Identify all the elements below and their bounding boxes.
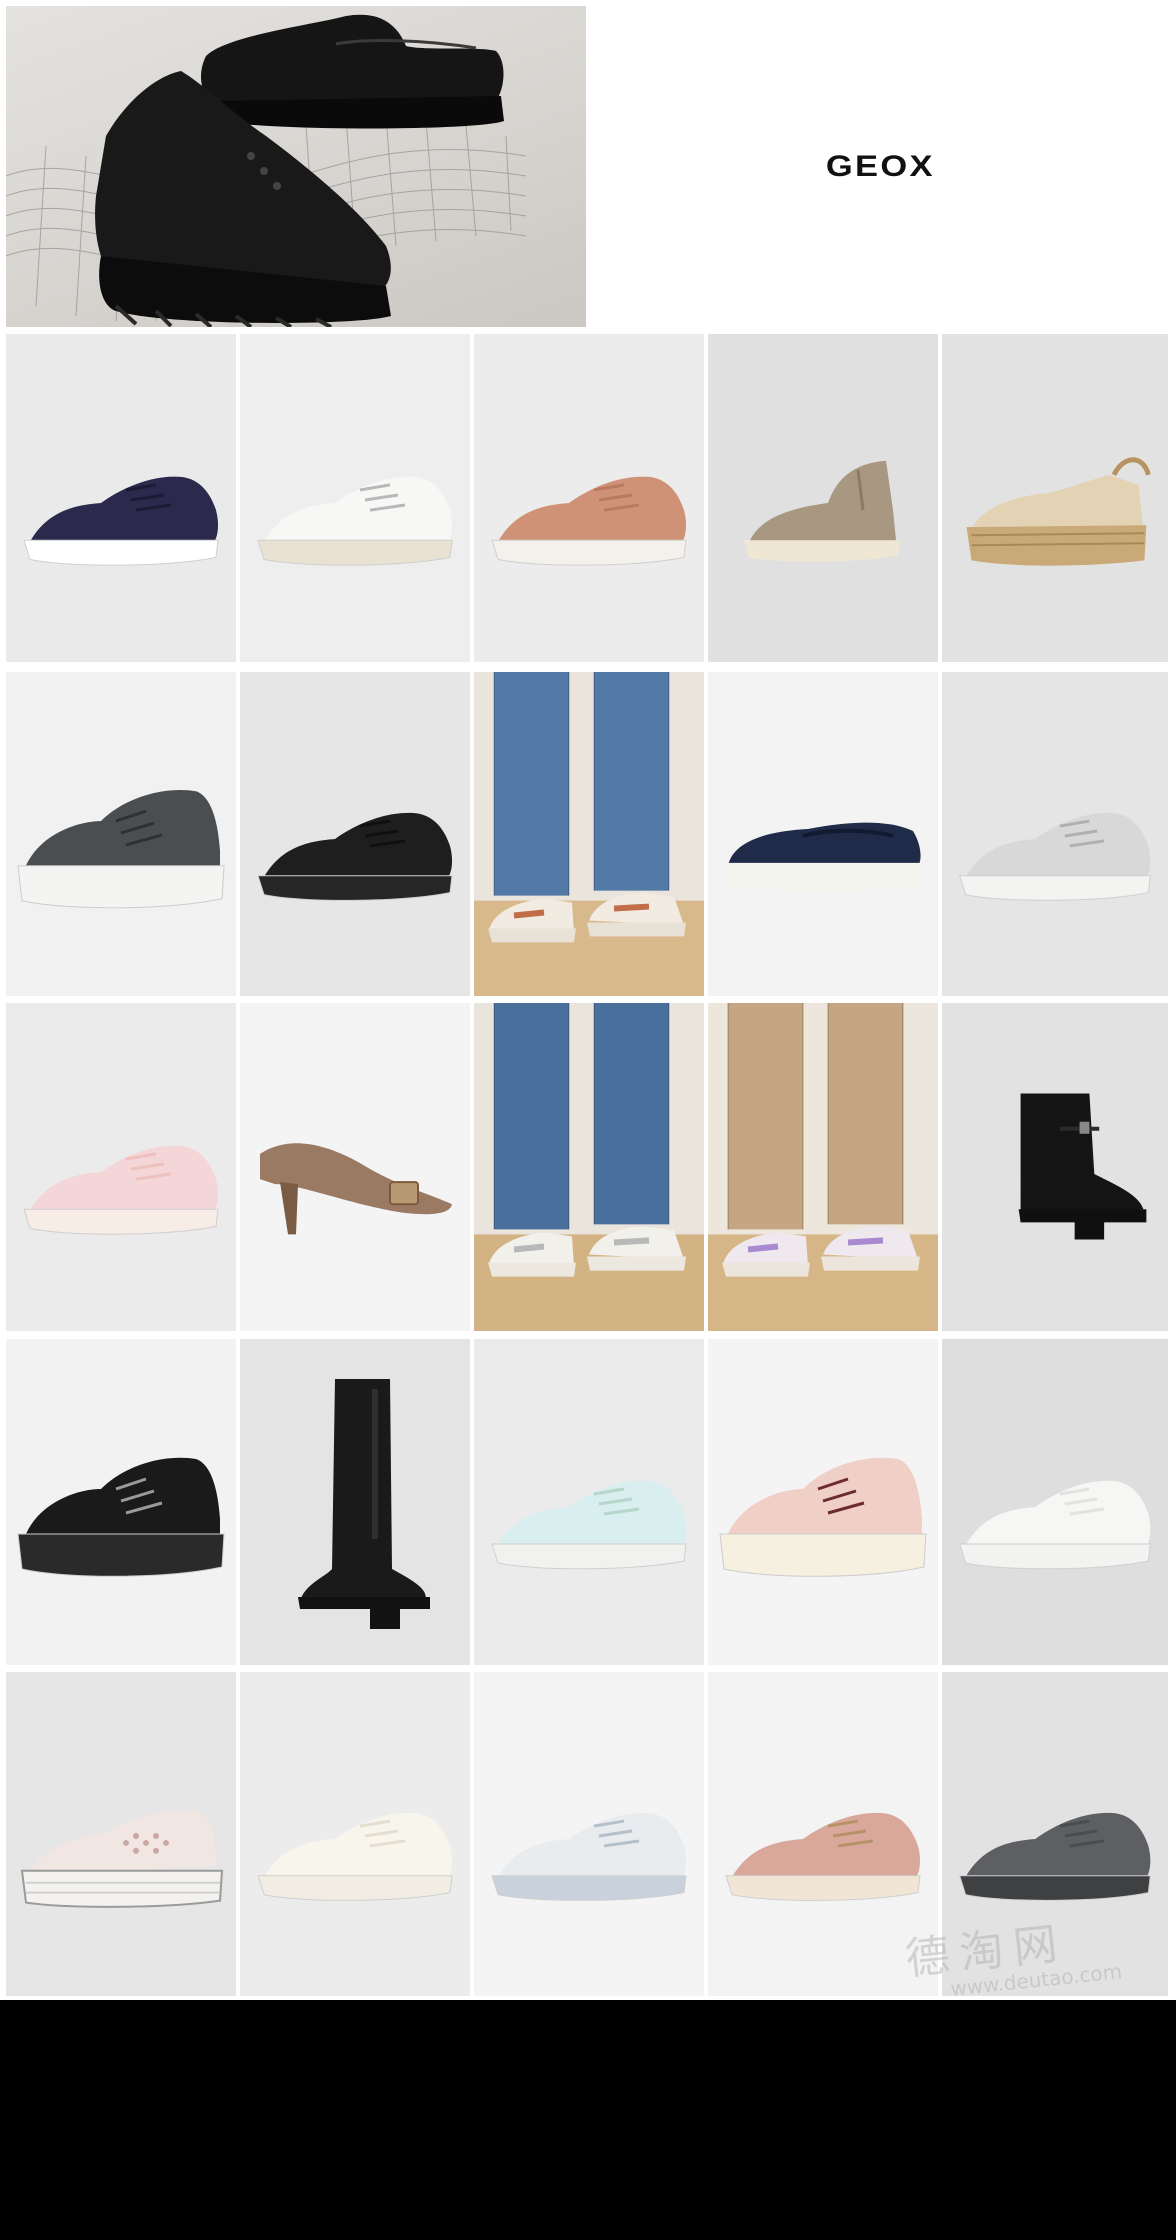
- product-tile[interactable]: [708, 1003, 938, 1331]
- product-image: [474, 672, 704, 996]
- product-image: [491, 1812, 687, 1901]
- product-tile[interactable]: [474, 1339, 704, 1665]
- product-tile[interactable]: [942, 672, 1168, 996]
- footer-blank-area: [0, 2000, 1176, 2240]
- product-image: [260, 1143, 452, 1235]
- product-image: [17, 1457, 225, 1577]
- product-image: [491, 1480, 687, 1570]
- product-image: [719, 1457, 927, 1577]
- product-image: [491, 476, 687, 566]
- product-tile[interactable]: [474, 334, 704, 662]
- product-image: [298, 1379, 430, 1629]
- product-tile[interactable]: [708, 1672, 938, 1996]
- product-image: [744, 460, 900, 562]
- product-tile[interactable]: [708, 1339, 938, 1665]
- product-tile[interactable]: [708, 672, 938, 996]
- product-image: [257, 476, 453, 566]
- hero-banner-photo[interactable]: [6, 6, 586, 327]
- product-image: [257, 812, 453, 901]
- product-tile[interactable]: [240, 1339, 470, 1665]
- product-tile[interactable]: [240, 334, 470, 662]
- product-image: [17, 790, 225, 909]
- product-image: [1018, 1093, 1147, 1240]
- product-image: [725, 1812, 921, 1901]
- product-tile[interactable]: [942, 1003, 1168, 1331]
- product-page: GEOX 德淘网 www.deutao.com: [0, 0, 1176, 2001]
- product-tile[interactable]: [942, 334, 1168, 662]
- product-image: [20, 1810, 224, 1908]
- product-tile[interactable]: [708, 334, 938, 662]
- product-tile[interactable]: [6, 1672, 236, 1996]
- product-image: [23, 476, 219, 566]
- brand-logo-panel[interactable]: GEOX: [592, 6, 1168, 327]
- product-tile[interactable]: [240, 672, 470, 996]
- product-tile[interactable]: [474, 1672, 704, 1996]
- hero-shoes-illustration: [6, 14, 527, 327]
- product-tile[interactable]: [6, 672, 236, 996]
- product-image: [959, 812, 1151, 901]
- product-tile[interactable]: [240, 1003, 470, 1331]
- product-tile[interactable]: [474, 1003, 704, 1331]
- product-image: [959, 1480, 1151, 1570]
- product-image: [23, 1145, 219, 1235]
- product-image: [708, 1003, 938, 1331]
- product-tile[interactable]: [6, 1339, 236, 1665]
- product-tile[interactable]: [240, 1672, 470, 1996]
- product-image: [474, 1003, 704, 1331]
- product-image: [966, 457, 1151, 566]
- brand-logo: GEOX: [825, 149, 935, 183]
- product-tile[interactable]: [942, 1339, 1168, 1665]
- product-tile[interactable]: [6, 1003, 236, 1331]
- product-tile[interactable]: [6, 334, 236, 662]
- product-tile[interactable]: [474, 672, 704, 996]
- product-image: [257, 1812, 453, 1901]
- product-image: [726, 822, 921, 891]
